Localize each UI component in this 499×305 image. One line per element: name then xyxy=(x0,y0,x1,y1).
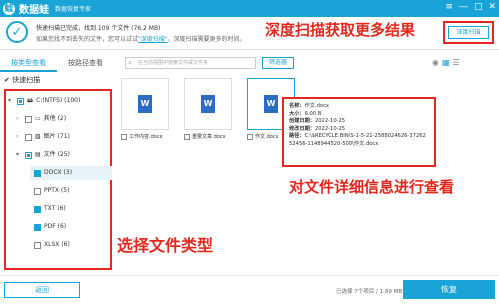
file-info-annotation: 对文件详细信息进行查看 xyxy=(289,178,455,196)
quick-scan-toggle[interactable]: ✔ 快速扫描 xyxy=(4,75,40,85)
search-icon: ⌕ xyxy=(128,59,132,67)
word-doc-icon: W xyxy=(138,95,152,113)
close-icon[interactable]: ✕ xyxy=(488,2,496,12)
file-type-annotation: 选择文件类型 xyxy=(117,236,214,255)
file-name: 作文.docx xyxy=(255,134,279,140)
scan-hint: 如果您找不到丢失的文件，您可以试试"深度扫描"，深度扫描需要更多的时间。 xyxy=(36,36,246,43)
drive-icon: 🖴 xyxy=(27,97,34,104)
app-name: 数据蛙 xyxy=(19,5,49,16)
restore-button[interactable]: 恢复 xyxy=(403,280,495,299)
checkbox[interactable] xyxy=(247,133,253,140)
preview-eye-icon[interactable]: ◉ xyxy=(432,58,439,67)
tree-item-txt[interactable]: TXT (6) xyxy=(34,202,66,216)
file-info-tooltip: 名称：作文.docx 大小：6.00 B 创建日期：2022-10-25 修改日… xyxy=(282,97,436,167)
checkbox[interactable] xyxy=(121,133,127,140)
file-thumbnail[interactable]: W xyxy=(184,78,232,130)
file-thumbnail[interactable]: W xyxy=(121,78,169,130)
scan-status: 快速扫描已完成，找到 109 个文件 (76.2 MB) xyxy=(36,25,161,32)
word-doc-icon: W xyxy=(201,95,215,113)
deep-scan-highlight: 深度扫描 xyxy=(443,21,494,44)
file-type-tree: ▾ 🖴 C:(NTFS) (100) › ▭ 其他 (2) › ▧ 图片 (71) ▾ ▤ 文件… xyxy=(4,89,112,270)
checkbox[interactable] xyxy=(34,187,41,195)
checkbox[interactable] xyxy=(17,97,24,105)
title-bar: 蛙 数据蛙 数据恢复专家 ≡ — □ ✕ xyxy=(0,0,499,17)
file-name: 工作内容.docx xyxy=(129,134,163,140)
checkbox[interactable] xyxy=(25,133,32,141)
back-button[interactable]: 返回 xyxy=(4,282,80,298)
image-icon: ▧ xyxy=(35,133,41,140)
view-switcher: ◉ ▦ ☰ xyxy=(432,58,460,67)
menu-icon[interactable]: ≡ xyxy=(445,2,453,12)
checkbox[interactable] xyxy=(25,151,32,159)
tree-item-docx[interactable]: DOCX (3) xyxy=(30,166,112,180)
file-item[interactable]: W 重要文章.docx xyxy=(184,78,232,140)
tab-by-type[interactable]: 按类型查看 xyxy=(0,55,57,72)
deep-scan-button[interactable]: 深度扫描 xyxy=(448,26,489,39)
scan-header: ✓ 快速扫描已完成，找到 109 个文件 (76.2 MB) 如果您找不到丢失的… xyxy=(0,17,499,50)
checkbox[interactable] xyxy=(34,169,41,177)
tree-item-pdf[interactable]: PDF (6) xyxy=(34,220,66,234)
document-icon: ▤ xyxy=(35,151,41,158)
checkbox[interactable] xyxy=(34,205,41,213)
folder-icon: ▭ xyxy=(35,115,41,122)
file-name: 重要文章.docx xyxy=(192,134,226,140)
deep-scan-link[interactable]: "深度扫描" xyxy=(138,36,168,43)
checkbox[interactable] xyxy=(184,133,190,140)
checkbox[interactable] xyxy=(25,115,32,123)
maximize-icon[interactable]: □ xyxy=(474,2,483,12)
tree-item-c-drive[interactable]: ▾ 🖴 C:(NTFS) (100) xyxy=(8,94,80,108)
word-doc-icon: W xyxy=(264,95,278,113)
app-logo-icon: 蛙 xyxy=(3,2,15,15)
filter-button[interactable]: 筛选器 xyxy=(262,57,294,69)
checkbox[interactable] xyxy=(34,241,41,249)
grid-view-icon[interactable]: ▦ xyxy=(442,58,450,67)
search-input[interactable]: ⌕ 在当前视图中搜索文件或文件夹 xyxy=(125,57,256,69)
chevron-down-icon: ✔ xyxy=(4,76,10,84)
list-view-icon[interactable]: ☰ xyxy=(453,58,460,67)
app-subtitle: 数据恢复专家 xyxy=(55,6,92,13)
tree-item-images[interactable]: › ▧ 图片 (71) xyxy=(16,130,70,144)
tree-item-other[interactable]: › ▭ 其他 (2) xyxy=(16,112,66,126)
tab-by-path[interactable]: 按路径查看 xyxy=(57,55,114,72)
file-item[interactable]: W 工作内容.docx xyxy=(121,78,169,140)
tree-item-documents[interactable]: ▾ ▤ 文件 (25) xyxy=(16,148,70,162)
tree-item-xlsx[interactable]: XLSX (6) xyxy=(34,238,70,252)
view-tabs: 按类型查看 按路径查看 xyxy=(0,55,114,72)
deep-scan-annotation: 深度扫描获取更多结果 xyxy=(265,21,416,39)
footer-bar: 返回 已选择 7个项目 / 1.89 MB 恢复 xyxy=(0,275,499,305)
selection-summary: 已选择 7个项目 / 1.89 MB xyxy=(336,289,403,295)
scan-complete-icon: ✓ xyxy=(6,21,28,43)
minimize-icon[interactable]: — xyxy=(459,2,468,12)
tree-item-pptx[interactable]: PPTX (5) xyxy=(34,184,69,198)
checkbox[interactable] xyxy=(34,223,41,231)
